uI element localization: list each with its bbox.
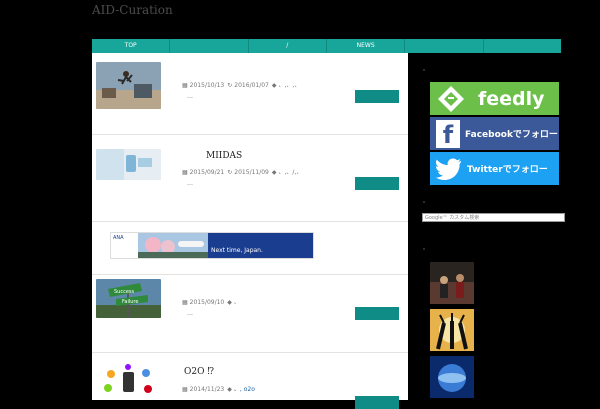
main-content: ▦ 2015/10/13 ↻ 2016/01/07 ◆、,、,、 … MIIDAS ▦ 2… xyxy=(92,53,408,409)
calendar-icon: ▦ xyxy=(182,386,188,393)
feedly-banner[interactable]: feedly xyxy=(430,82,559,115)
tag-icon: ◆ xyxy=(227,386,232,393)
ad-image xyxy=(138,233,208,258)
facebook-banner[interactable]: f Facebookでフォロー xyxy=(430,117,559,150)
divider xyxy=(92,274,408,275)
global-nav: TOP / NEWS xyxy=(92,39,561,53)
nav-item-3[interactable]: / xyxy=(249,39,327,53)
post-excerpt: … xyxy=(187,93,193,100)
twitter-icon xyxy=(436,158,461,180)
post-thumbnail[interactable] xyxy=(96,62,161,109)
nav-item-top[interactable]: TOP xyxy=(92,39,171,53)
post-meta: ▦ 2014/11/23 ◆、, o2o xyxy=(182,384,255,393)
sidebar-heading-marker xyxy=(423,248,425,250)
nav-item-2[interactable] xyxy=(170,39,249,53)
post-tags[interactable]: 、, o2o xyxy=(234,386,255,393)
read-more-button[interactable] xyxy=(355,177,399,190)
facebook-icon: f xyxy=(436,119,460,149)
ad-brand: ANA xyxy=(111,233,138,258)
read-more-button[interactable] xyxy=(355,90,399,103)
calendar-icon: ▦ xyxy=(182,169,188,176)
svg-text:Failure: Failure xyxy=(122,299,138,305)
nav-item-5[interactable] xyxy=(405,39,484,53)
post-updated: 2015/11/09 xyxy=(234,169,269,176)
svg-text:Success: Success xyxy=(114,289,135,295)
post-excerpt: … xyxy=(187,310,193,317)
post-thumbnail[interactable] xyxy=(96,364,161,400)
post-date: 2014/11/23 xyxy=(189,386,225,393)
sidebar-thumbnail[interactable] xyxy=(430,356,474,398)
sidebar-heading-marker xyxy=(423,201,425,203)
feedly-icon xyxy=(438,85,464,112)
divider xyxy=(92,134,408,135)
post-date: 2015/09/21 xyxy=(189,169,225,176)
calendar-icon: ▦ xyxy=(182,299,188,306)
sidebar-thumbnail[interactable] xyxy=(430,262,474,304)
post-meta: ▦ 2015/09/10 ◆、 xyxy=(182,297,240,306)
nav-item-6[interactable] xyxy=(484,39,561,53)
tag-icon: ◆ xyxy=(271,82,277,89)
post-date: 2015/10/13 xyxy=(189,82,225,89)
post-title[interactable]: MIIDAS xyxy=(206,151,242,161)
feedly-label: feedly xyxy=(478,87,545,110)
sidebar-thumbnail[interactable] xyxy=(430,309,474,351)
twitter-banner[interactable]: Twitterでフォロー xyxy=(430,152,559,185)
post-updated: 2016/01/07 xyxy=(234,82,269,89)
ad-caption: Next time, Japan. xyxy=(208,233,313,258)
post-tags[interactable]: 、,、,、 xyxy=(279,82,301,89)
facebook-label: Facebookでフォロー xyxy=(465,130,558,140)
site-title[interactable]: AID-Curation xyxy=(92,3,173,17)
post-thumbnail[interactable] xyxy=(96,149,161,180)
read-more-button[interactable] xyxy=(355,307,399,320)
post-meta: ▦ 2015/09/21 ↻ 2015/11/09 ◆ 、,、/,、 xyxy=(182,167,302,176)
sidebar-heading-marker xyxy=(423,69,425,71)
tag-icon: ◆ xyxy=(271,169,277,176)
post-meta: ▦ 2015/10/13 ↻ 2016/01/07 ◆、,、,、 xyxy=(182,80,300,89)
tag-icon: ◆ xyxy=(227,299,232,306)
ad-banner[interactable]: ANA Next time, Japan. xyxy=(110,232,314,259)
custom-search-input[interactable]: Google™ カスタム検索 xyxy=(422,213,565,222)
post-tags[interactable]: 、 xyxy=(234,299,240,306)
post-title[interactable]: O2O ⁉ xyxy=(184,367,214,377)
nav-item-news[interactable]: NEWS xyxy=(327,39,406,53)
post-thumbnail[interactable]: Success Failure xyxy=(96,279,161,318)
twitter-label: Twitterでフォロー xyxy=(467,165,548,175)
read-more-button[interactable] xyxy=(355,396,399,409)
divider xyxy=(92,221,408,222)
post-excerpt: … xyxy=(187,180,193,187)
refresh-icon: ↻ xyxy=(227,169,233,176)
divider xyxy=(92,352,408,353)
calendar-icon: ▦ xyxy=(182,82,188,89)
post-tags[interactable]: 、,、/,、 xyxy=(279,169,303,176)
post-date: 2015/09/10 xyxy=(189,299,225,306)
refresh-icon: ↻ xyxy=(227,82,233,89)
